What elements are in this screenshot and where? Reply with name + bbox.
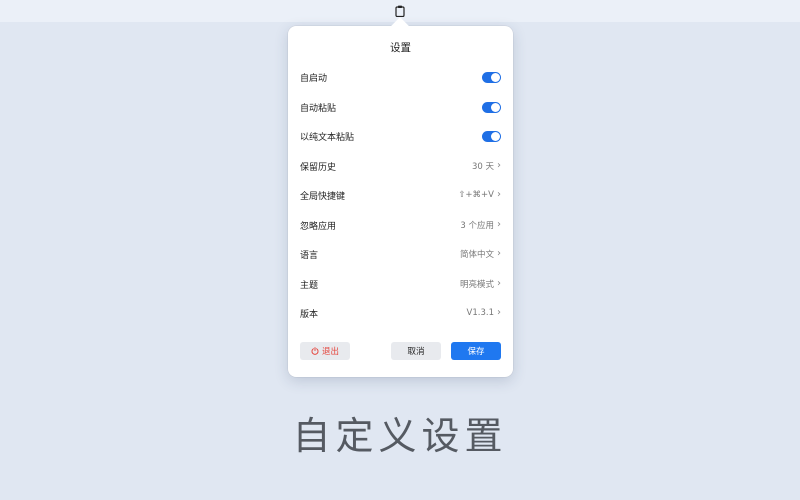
setting-row-shortcut[interactable]: 全局快捷键 ⇧+⌘+V › [300,185,501,205]
chevron-right-icon: › [497,278,501,289]
language-value: 简体中文 [459,250,494,260]
quit-label: 退出 [321,347,339,357]
setting-label: 自启动 [300,73,328,84]
page-headline: 自定义设置 [292,414,508,458]
setting-label: 主题 [300,280,319,291]
setting-value: 3 个应用 › [460,219,501,232]
autopaste-toggle[interactable] [482,101,501,113]
setting-value: V1.3.1 › [466,307,501,319]
version-value: V1.3.1 [466,308,494,318]
toggle-knob [491,72,500,82]
ignored-apps-value: 3 个应用 [460,221,494,231]
setting-row-autopaste[interactable]: 自动粘贴 [300,97,501,117]
toggle-knob [491,102,500,112]
setting-label: 语言 [300,250,319,261]
setting-row-history[interactable]: 保留历史 30 天 › [300,156,501,176]
quit-button[interactable]: 退出 [300,342,350,360]
setting-row-theme[interactable]: 主题 明亮模式 › [300,274,501,294]
chevron-right-icon: › [497,160,501,171]
save-button[interactable]: 保存 [451,342,501,360]
setting-row-plain-text[interactable]: 以纯文本粘贴 [300,126,501,146]
shortcut-value: ⇧+⌘+V [458,190,494,200]
setting-label: 全局快捷键 [300,191,346,202]
theme-value: 明亮模式 [459,280,494,290]
setting-label: 保留历史 [300,162,337,173]
setting-label: 版本 [300,309,319,320]
setting-value: 明亮模式 › [459,278,501,291]
settings-popover: 设置 自启动 自动粘贴 以纯文本粘贴 保留历史 30 天 › 全局快捷键 ⇧+⌘+… [288,17,513,377]
toggle-knob [491,131,500,141]
setting-value: 30 天 › [471,160,501,173]
clipboard-icon[interactable] [393,4,407,18]
setting-row-autostart[interactable]: 自启动 [300,67,501,87]
history-value: 30 天 [471,162,494,172]
setting-row-version[interactable]: 版本 V1.3.1 › [300,303,501,323]
plain-text-toggle[interactable] [482,130,501,142]
setting-row-language[interactable]: 语言 简体中文 › [300,244,501,264]
setting-row-ignored-apps[interactable]: 忽略应用 3 个应用 › [300,215,501,235]
chevron-right-icon: › [497,307,501,318]
setting-value: ⇧+⌘+V › [458,189,501,201]
setting-value: 简体中文 › [459,248,501,261]
setting-label: 以纯文本粘贴 [300,132,355,143]
chevron-right-icon: › [497,189,501,200]
power-icon [311,347,319,355]
setting-label: 忽略应用 [300,221,337,232]
autostart-toggle[interactable] [482,71,501,83]
chevron-right-icon: › [497,248,501,259]
setting-label: 自动粘贴 [300,103,337,114]
cancel-button[interactable]: 取消 [391,342,441,360]
popover-title: 设置 [390,42,411,54]
chevron-right-icon: › [497,219,501,230]
